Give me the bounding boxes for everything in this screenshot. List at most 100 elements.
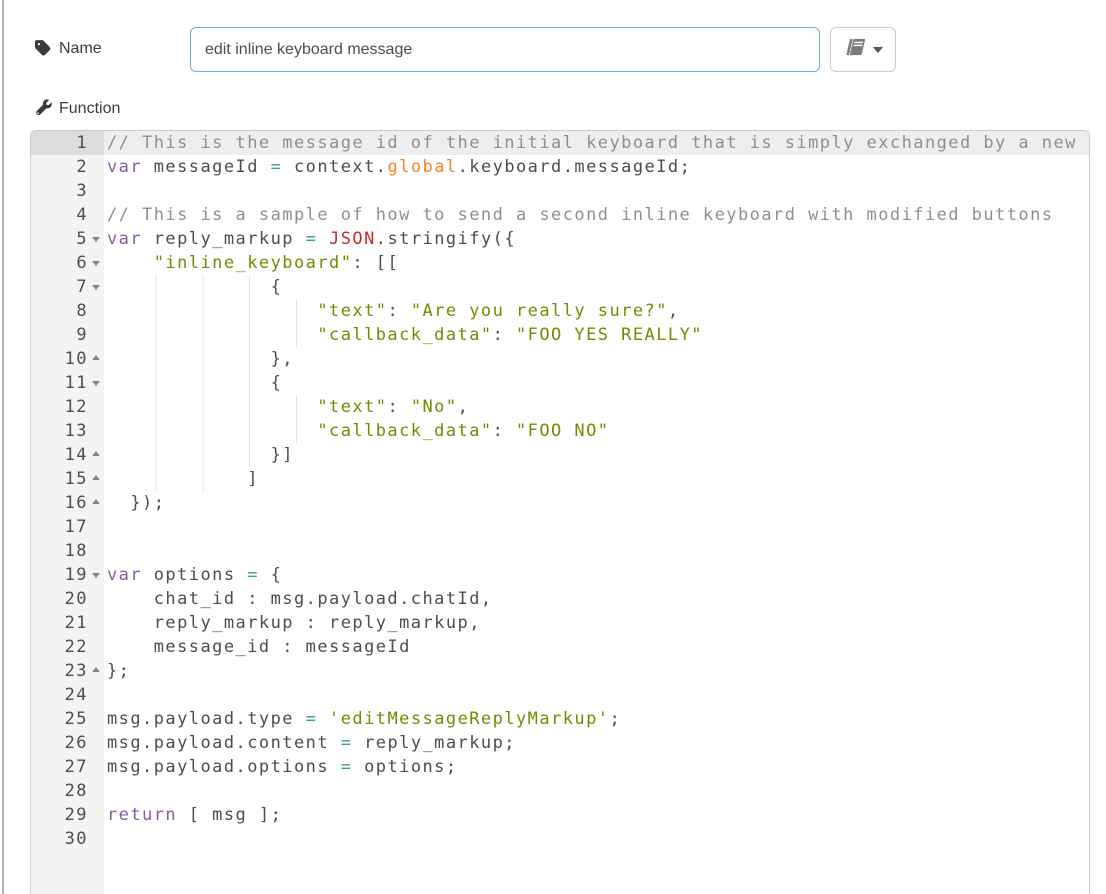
code-line[interactable]: "callback_data": "FOO NO"	[107, 419, 1089, 443]
gutter-row: 24	[31, 683, 104, 707]
gutter-row: 4	[31, 203, 104, 227]
code-line[interactable]: "callback_data": "FOO YES REALLY"	[107, 323, 1089, 347]
code-line[interactable]: "text": "No",	[107, 395, 1089, 419]
code-line[interactable]: reply_markup : reply_markup,	[107, 611, 1089, 635]
fold-widget-empty	[89, 827, 104, 851]
gutter-row: 17	[31, 515, 104, 539]
code-line[interactable]	[107, 827, 1089, 851]
indent-guides	[110, 443, 272, 467]
code-line[interactable]	[107, 179, 1089, 203]
code-line[interactable]: // This is the message id of the initial…	[104, 131, 1089, 155]
library-button[interactable]	[830, 27, 896, 72]
gutter-line-number: 18	[31, 539, 89, 563]
gutter-line-number: 1	[31, 131, 89, 155]
code-line[interactable]: chat_id : msg.payload.chatId,	[107, 587, 1089, 611]
indent-guides	[110, 347, 272, 371]
fold-widget-empty	[89, 803, 104, 827]
fold-widget[interactable]	[89, 275, 104, 299]
indent-guides	[110, 251, 155, 275]
gutter-line-number: 22	[31, 635, 89, 659]
fold-widget[interactable]	[89, 563, 104, 587]
fold-widget[interactable]	[89, 491, 104, 515]
fold-widget-empty	[89, 131, 104, 155]
gutter-line-number: 8	[31, 299, 89, 323]
gutter-row: 21	[31, 611, 104, 635]
code-line[interactable]: {	[107, 275, 1089, 299]
fold-widget-empty	[89, 179, 104, 203]
tag-icon	[35, 39, 53, 62]
fold-widget[interactable]	[89, 659, 104, 683]
fold-widget[interactable]	[89, 443, 104, 467]
gutter-line-number: 9	[31, 323, 89, 347]
gutter-line-number: 12	[31, 395, 89, 419]
code-line[interactable]	[107, 683, 1089, 707]
code-line[interactable]: message_id : messageId	[107, 635, 1089, 659]
gutter-row: 14	[31, 443, 104, 467]
code-line[interactable]: {	[107, 371, 1089, 395]
fold-widget-empty	[89, 419, 104, 443]
fold-widget[interactable]	[89, 251, 104, 275]
code-line[interactable]: msg.payload.content = reply_markup;	[107, 731, 1089, 755]
code-line[interactable]: var messageId = context.global.keyboard.…	[107, 155, 1089, 179]
fold-widget-empty	[89, 203, 104, 227]
code-line[interactable]: ]	[107, 467, 1089, 491]
gutter-row: 12	[31, 395, 104, 419]
indent-guides	[110, 467, 248, 491]
gutter-row: 25	[31, 707, 104, 731]
gutter-line-number: 25	[31, 707, 89, 731]
name-input[interactable]	[190, 27, 820, 72]
editor-content[interactable]: // This is the message id of the initial…	[104, 131, 1089, 894]
code-line[interactable]: };	[107, 659, 1089, 683]
gutter-line-number: 2	[31, 155, 89, 179]
gutter-row: 23	[31, 659, 104, 683]
code-line[interactable]: msg.payload.type = 'editMessageReplyMark…	[107, 707, 1089, 731]
gutter-row: 26	[31, 731, 104, 755]
gutter-row: 15	[31, 467, 104, 491]
gutter-row: 18	[31, 539, 104, 563]
gutter-line-number: 19	[31, 563, 89, 587]
gutter-row: 20	[31, 587, 104, 611]
code-line[interactable]	[107, 779, 1089, 803]
fold-widget-empty	[89, 299, 104, 323]
fold-widget[interactable]	[89, 371, 104, 395]
gutter-line-number: 29	[31, 803, 89, 827]
gutter-row: 19	[31, 563, 104, 587]
gutter-row: 27	[31, 755, 104, 779]
fold-widget-empty	[89, 731, 104, 755]
book-icon	[844, 37, 866, 62]
fold-widget-empty	[89, 611, 104, 635]
gutter-line-number: 17	[31, 515, 89, 539]
code-line[interactable]: var reply_markup = JSON.stringify({	[107, 227, 1089, 251]
code-line[interactable]: },	[107, 347, 1089, 371]
gutter-row: 5	[31, 227, 104, 251]
gutter-line-number: 7	[31, 275, 89, 299]
fold-widget-empty	[89, 515, 104, 539]
gutter-line-number: 3	[31, 179, 89, 203]
gutter-row: 1	[31, 131, 104, 155]
fold-widget[interactable]	[89, 227, 104, 251]
fold-widget-empty	[89, 539, 104, 563]
fold-widget[interactable]	[89, 347, 104, 371]
code-line[interactable]	[107, 515, 1089, 539]
name-field-label: Name	[59, 40, 102, 58]
gutter-row: 28	[31, 779, 104, 803]
code-editor[interactable]: 1234567891011121314151617181920212223242…	[30, 130, 1090, 894]
code-line[interactable]: msg.payload.options = options;	[107, 755, 1089, 779]
fold-widget[interactable]	[89, 467, 104, 491]
gutter-row: 30	[31, 827, 104, 851]
gutter-row: 13	[31, 419, 104, 443]
gutter-row: 22	[31, 635, 104, 659]
code-line[interactable]	[107, 539, 1089, 563]
code-line[interactable]: "text": "Are you really sure?",	[107, 299, 1089, 323]
code-line[interactable]: });	[107, 491, 1089, 515]
code-line[interactable]: var options = {	[107, 563, 1089, 587]
indent-guides	[110, 419, 318, 443]
code-line[interactable]: // This is a sample of how to send a sec…	[107, 203, 1089, 227]
code-line[interactable]: return [ msg ];	[107, 803, 1089, 827]
gutter-row: 9	[31, 323, 104, 347]
code-line[interactable]: "inline_keyboard": [[	[107, 251, 1089, 275]
gutter-line-number: 27	[31, 755, 89, 779]
code-line[interactable]: }]	[107, 443, 1089, 467]
fold-widget-empty	[89, 707, 104, 731]
indent-guides	[110, 275, 272, 299]
